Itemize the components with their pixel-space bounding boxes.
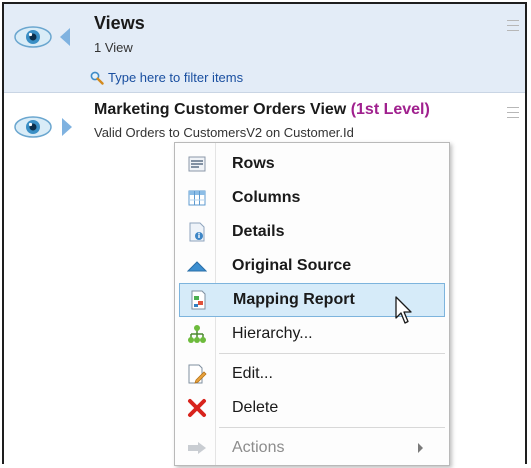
menu-item-original-source[interactable]: Original Source — [179, 249, 445, 283]
views-count: 1 View — [94, 40, 133, 55]
edit-icon — [186, 363, 208, 385]
menu-item-actions[interactable]: Actions — [179, 431, 445, 465]
menu-item-label: Mapping Report — [233, 291, 355, 308]
mouse-cursor-icon — [395, 296, 412, 324]
menu-item-label: Hierarchy... — [232, 325, 313, 342]
menu-item-edit[interactable]: Edit... — [179, 357, 445, 391]
eye-icon[interactable] — [14, 25, 52, 49]
view-title: Marketing Customer Orders View (1st Leve… — [94, 101, 430, 119]
menu-item-label: Delete — [232, 399, 279, 416]
menu-item-label: Rows — [232, 155, 275, 172]
menu-item-label: Original Source — [232, 257, 352, 274]
views-title: Views — [94, 13, 145, 33]
expand-arrow-icon[interactable] — [62, 118, 72, 136]
mapping-report-icon — [187, 289, 209, 311]
menu-item-label: Columns — [232, 189, 301, 206]
filter-input[interactable]: Type here to filter items — [90, 70, 243, 85]
view-level: (1st Level) — [350, 101, 430, 118]
original-source-icon — [186, 255, 208, 277]
menu-divider — [219, 427, 445, 428]
views-header: Views 1 View Type here to filter items — [4, 4, 525, 93]
view-description: Valid Orders to CustomersV2 on Customer.… — [94, 125, 354, 140]
menu-divider — [219, 353, 445, 354]
menu-item-details[interactable]: Details — [179, 215, 445, 249]
menu-item-label: Actions — [232, 439, 285, 456]
menu-item-delete[interactable]: Delete — [179, 391, 445, 425]
hierarchy-icon — [186, 323, 208, 345]
menu-item-label: Details — [232, 223, 285, 240]
menu-item-columns[interactable]: Columns — [179, 181, 445, 215]
row-menu-icon[interactable] — [507, 107, 519, 119]
delete-icon — [186, 397, 208, 419]
columns-icon — [186, 187, 208, 209]
details-icon — [186, 221, 208, 243]
filter-placeholder: Type here to filter items — [108, 70, 244, 85]
collapse-arrow-icon[interactable] — [60, 28, 70, 46]
rows-icon — [186, 153, 208, 175]
view-name: Marketing Customer Orders View — [94, 101, 347, 118]
submenu-arrow-icon — [418, 443, 423, 453]
search-icon — [90, 71, 104, 85]
actions-icon — [186, 437, 208, 459]
menu-item-rows[interactable]: Rows — [179, 147, 445, 181]
menu-item-label: Edit... — [232, 365, 273, 382]
header-menu-icon[interactable] — [507, 20, 519, 32]
eye-icon[interactable] — [14, 115, 52, 139]
